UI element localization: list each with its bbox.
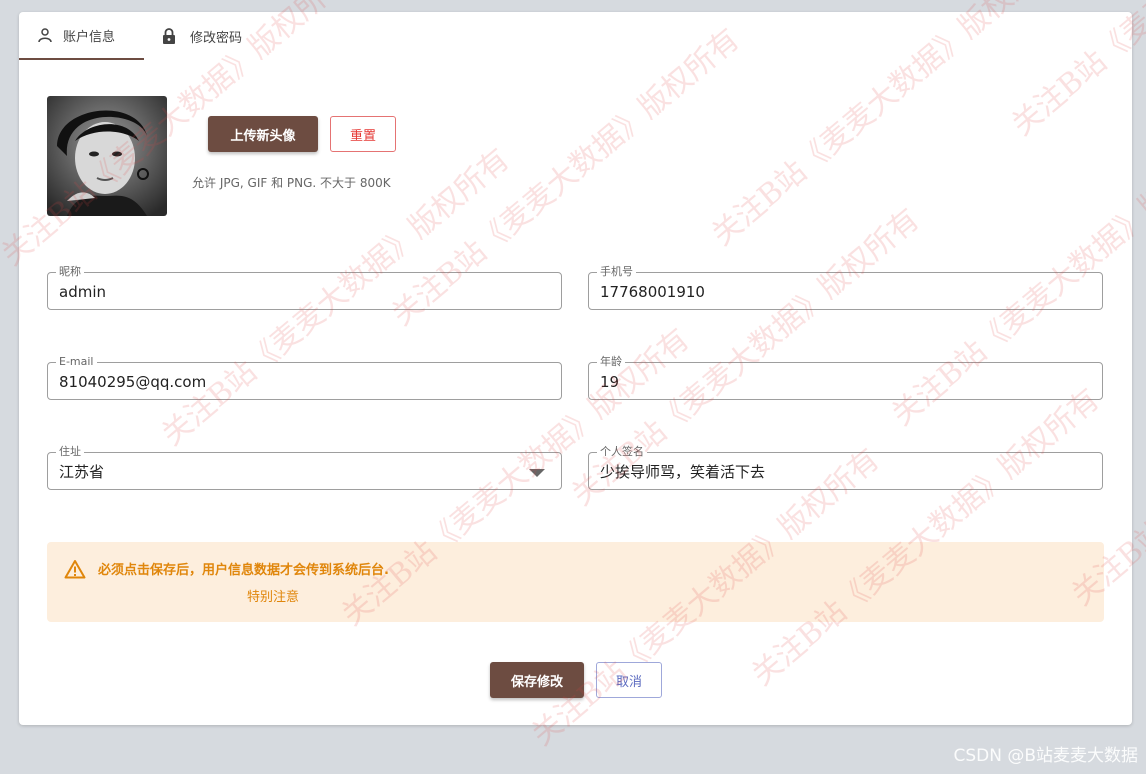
tab-label: 账户信息 <box>63 29 116 45</box>
tab-label: 修改密码 <box>190 30 243 46</box>
account-settings-card: 账户信息 修改密码 上传新头像 重置 允许 JPG, GIF 和 PNG. 不大… <box>19 12 1132 725</box>
email-value: 81040295@qq.com <box>59 373 207 391</box>
alert-message: 必须点击保存后，用户信息数据才会传到系统后台. <box>98 563 389 578</box>
email-field[interactable]: E-mail 81040295@qq.com <box>47 355 562 400</box>
avatar <box>47 96 167 216</box>
signature-value: 少挨导师骂，笑着活下去 <box>600 463 766 481</box>
alert-sub: 特别注意 <box>247 590 300 605</box>
warning-icon <box>64 560 86 579</box>
upload-avatar-button[interactable]: 上传新头像 <box>208 116 318 152</box>
credit-watermark: CSDN @B站麦麦大数据 <box>953 746 1138 766</box>
cancel-button[interactable]: 取消 <box>596 662 662 698</box>
age-field[interactable]: 年龄 19 <box>588 355 1103 400</box>
signature-field[interactable]: 个人签名 少挨导师骂，笑着活下去 <box>588 445 1103 490</box>
age-value: 19 <box>600 373 620 391</box>
phone-value: 17768001910 <box>600 283 705 301</box>
tab-account-info[interactable]: 账户信息 <box>19 12 144 60</box>
user-icon <box>38 28 52 43</box>
avatar-hint: 允许 JPG, GIF 和 PNG. 不大于 800K <box>192 176 391 190</box>
reset-avatar-button[interactable]: 重置 <box>330 116 396 152</box>
save-button[interactable]: 保存修改 <box>490 662 584 698</box>
phone-field[interactable]: 手机号 17768001910 <box>588 265 1103 310</box>
nickname-value: admin <box>59 283 106 301</box>
warning-alert: 必须点击保存后，用户信息数据才会传到系统后台. 特别注意 <box>47 542 1104 622</box>
nickname-field[interactable]: 昵称 admin <box>47 265 562 310</box>
address-value: 江苏省 <box>59 463 105 481</box>
lock-icon <box>163 28 175 44</box>
address-select[interactable]: 住址 江苏省 <box>47 445 562 490</box>
tab-bar: 账户信息 修改密码 <box>19 12 260 60</box>
tab-change-password[interactable]: 修改密码 <box>144 12 260 60</box>
chevron-down-icon[interactable] <box>529 469 545 477</box>
